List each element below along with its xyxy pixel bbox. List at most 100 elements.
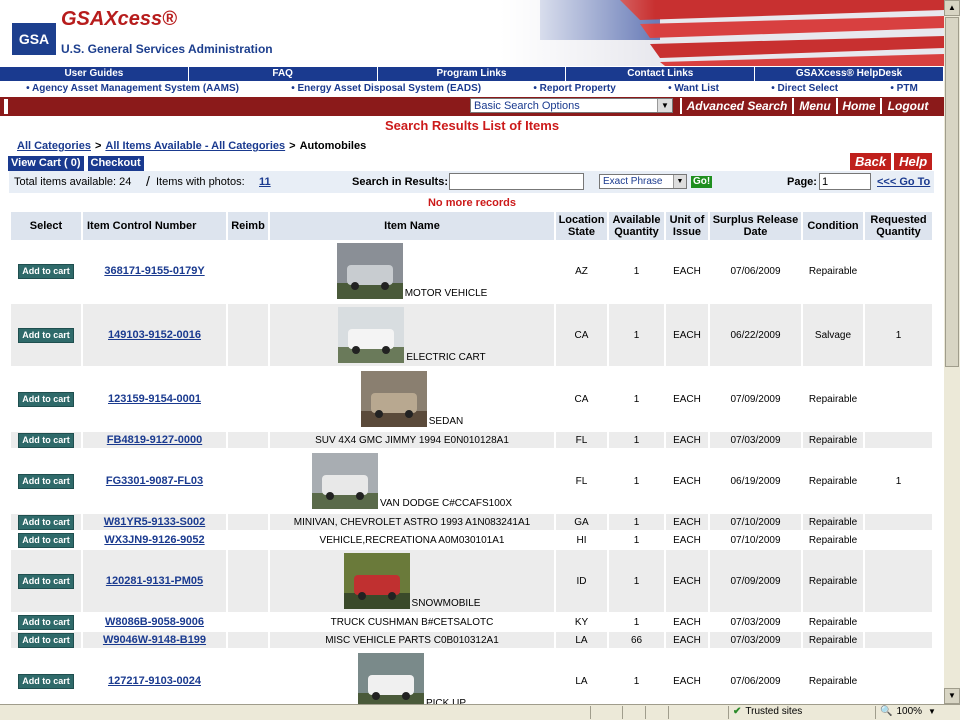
help-button[interactable]: Help bbox=[894, 153, 933, 170]
nav-aams[interactable]: • Agency Asset Management System (AAMS) bbox=[26, 82, 239, 96]
col-header-condition: Condition bbox=[803, 212, 863, 240]
add-to-cart-button[interactable]: Add to cart bbox=[18, 573, 74, 589]
van-photo[interactable] bbox=[311, 453, 378, 509]
col-header-location: Location State bbox=[556, 212, 607, 240]
home-button[interactable]: Home bbox=[836, 98, 880, 114]
car-photo[interactable] bbox=[336, 243, 403, 299]
chevron-down-icon[interactable]: ▼ bbox=[928, 707, 936, 716]
search-options-select[interactable]: Basic Search Options ▼ bbox=[470, 98, 673, 113]
surplus-release-date: 07/10/2009 bbox=[710, 532, 801, 550]
item-name: MISC VEHICLE PARTS C0B010312A1 bbox=[325, 634, 499, 646]
nav-ptm[interactable]: • PTM bbox=[890, 82, 917, 96]
breadcrumb-all-categories[interactable]: All Categories bbox=[17, 140, 91, 152]
item-control-number-link[interactable]: 149103-9152-0016 bbox=[108, 329, 201, 341]
condition: Repairable bbox=[803, 240, 863, 304]
photos-count-link[interactable]: 11 bbox=[259, 176, 271, 188]
add-to-cart-button[interactable]: Add to cart bbox=[18, 391, 74, 407]
agency-name: U.S. General Services Administration bbox=[61, 42, 273, 56]
table-row: Add to cart 123159-9154-0001 SEDAN CA 1 EACH 0… bbox=[11, 368, 932, 432]
add-to-cart-button[interactable]: Add to cart bbox=[18, 327, 74, 343]
item-name-cell: SNOWMOBILE bbox=[270, 550, 554, 614]
table-row: Add to cart W8086B-9058-9006 TRUCK CUSHMAN… bbox=[11, 614, 932, 632]
match-mode-select[interactable]: Exact Phrase ▼ bbox=[599, 174, 687, 189]
nav-report-property[interactable]: • Report Property bbox=[533, 82, 615, 96]
requested-quantity bbox=[865, 532, 932, 550]
item-name: TRUCK CUSHMAN B#CETSALOTC bbox=[330, 616, 494, 628]
logout-button[interactable]: Logout bbox=[880, 98, 934, 114]
add-to-cart-button[interactable]: Add to cart bbox=[18, 473, 74, 489]
col-header-requested-qty: Requested Quantity bbox=[865, 212, 932, 240]
go-to-page-link[interactable]: <<< Go To bbox=[877, 176, 930, 188]
scroll-thumb[interactable] bbox=[945, 17, 959, 367]
surplus-release-date: 07/03/2009 bbox=[710, 632, 801, 650]
item-control-number-link[interactable]: W9046W-9148-B199 bbox=[103, 634, 206, 646]
app-title: GSAXcess® bbox=[61, 8, 177, 30]
scroll-down-icon[interactable]: ▼ bbox=[944, 688, 960, 704]
item-control-number-link[interactable]: 123159-9154-0001 bbox=[108, 393, 201, 405]
search-in-results-input[interactable] bbox=[449, 173, 584, 190]
view-cart-button[interactable]: View Cart ( 0) bbox=[8, 156, 84, 171]
dropdown-arrow-icon[interactable]: ▼ bbox=[657, 99, 672, 112]
dropdown-arrow-icon[interactable]: ▼ bbox=[673, 175, 686, 188]
nav-want-list[interactable]: • Want List bbox=[668, 82, 719, 96]
snowmobile-photo[interactable] bbox=[343, 553, 410, 609]
breadcrumb-separator: > bbox=[289, 140, 296, 152]
icn-cell: 368171-9155-0179Y bbox=[83, 240, 226, 304]
item-control-number-link[interactable]: 127217-9103-0024 bbox=[108, 675, 201, 687]
nav-user-guides[interactable]: User Guides bbox=[0, 67, 189, 81]
location-state: ID bbox=[556, 550, 607, 614]
back-button[interactable]: Back bbox=[850, 153, 892, 170]
add-to-cart-button[interactable]: Add to cart bbox=[18, 432, 74, 448]
toolbar-divider bbox=[4, 99, 8, 114]
add-to-cart-button[interactable]: Add to cart bbox=[18, 514, 74, 530]
available-quantity: 1 bbox=[609, 368, 664, 432]
go-button[interactable]: Go! bbox=[691, 176, 713, 188]
checkout-button[interactable]: Checkout bbox=[87, 156, 144, 171]
zoom-control[interactable]: 🔍 100% ▼ bbox=[875, 706, 956, 719]
cart-photo[interactable] bbox=[338, 307, 405, 363]
condition: Repairable bbox=[803, 650, 863, 704]
item-control-number-link[interactable]: WX3JN9-9126-9052 bbox=[104, 534, 204, 546]
nav-contact-links[interactable]: Contact Links bbox=[566, 67, 756, 81]
breadcrumb-all-items[interactable]: All Items Available - All Categories bbox=[105, 140, 285, 152]
item-control-number-link[interactable]: W8086B-9058-9006 bbox=[105, 616, 204, 628]
location-state: CA bbox=[556, 304, 607, 368]
item-control-number-link[interactable]: FB4819-9127-0000 bbox=[107, 434, 202, 446]
gsa-logo[interactable]: GSA bbox=[12, 23, 56, 55]
menu-button[interactable]: Menu bbox=[792, 98, 836, 114]
nav-helpdesk[interactable]: GSAXcess® HelpDesk bbox=[755, 67, 944, 81]
unit-of-issue: EACH bbox=[666, 614, 708, 632]
item-control-number-link[interactable]: 120281-9131-PM05 bbox=[106, 575, 203, 587]
nav-direct-select[interactable]: • Direct Select bbox=[771, 82, 838, 96]
unit-of-issue: EACH bbox=[666, 650, 708, 704]
requested-quantity: 1 bbox=[865, 304, 932, 368]
add-to-cart-button[interactable]: Add to cart bbox=[18, 632, 74, 648]
icn-cell: WX3JN9-9126-9052 bbox=[83, 532, 226, 550]
scroll-up-icon[interactable]: ▲ bbox=[944, 0, 960, 16]
status-cell bbox=[622, 706, 643, 719]
nav-program-links[interactable]: Program Links bbox=[378, 67, 567, 81]
add-to-cart-button[interactable]: Add to cart bbox=[18, 614, 74, 630]
total-items-label: Total items available: 24 bbox=[14, 176, 132, 188]
item-control-number-link[interactable]: FG3301-9087-FL03 bbox=[106, 475, 203, 487]
nav-eads[interactable]: • Energy Asset Disposal System (EADS) bbox=[291, 82, 481, 96]
table-header-row: Select Item Control Number Reimb Item Na… bbox=[11, 212, 932, 240]
unit-of-issue: EACH bbox=[666, 304, 708, 368]
header-banner: GSA GSAXcess® U.S. General Services Admi… bbox=[0, 0, 944, 66]
status-cell bbox=[645, 706, 666, 719]
security-zone-label: Trusted sites bbox=[745, 706, 803, 717]
pickup-photo[interactable] bbox=[357, 653, 424, 704]
nav-faq[interactable]: FAQ bbox=[189, 67, 378, 81]
page-number-input[interactable] bbox=[819, 173, 871, 190]
add-to-cart-button[interactable]: Add to cart bbox=[18, 673, 74, 689]
item-control-number-link[interactable]: 368171-9155-0179Y bbox=[104, 265, 204, 277]
unit-of-issue: EACH bbox=[666, 450, 708, 514]
add-to-cart-button[interactable]: Add to cart bbox=[18, 263, 74, 279]
reimb-cell bbox=[228, 432, 268, 450]
vertical-scrollbar[interactable]: ▲ ▼ bbox=[944, 0, 960, 704]
item-control-number-link[interactable]: W81YR5-9133-S002 bbox=[104, 516, 206, 528]
advanced-search-button[interactable]: Advanced Search bbox=[680, 98, 792, 114]
sedan-photo[interactable] bbox=[360, 371, 427, 427]
add-to-cart-button[interactable]: Add to cart bbox=[18, 532, 74, 548]
location-state: GA bbox=[556, 514, 607, 532]
